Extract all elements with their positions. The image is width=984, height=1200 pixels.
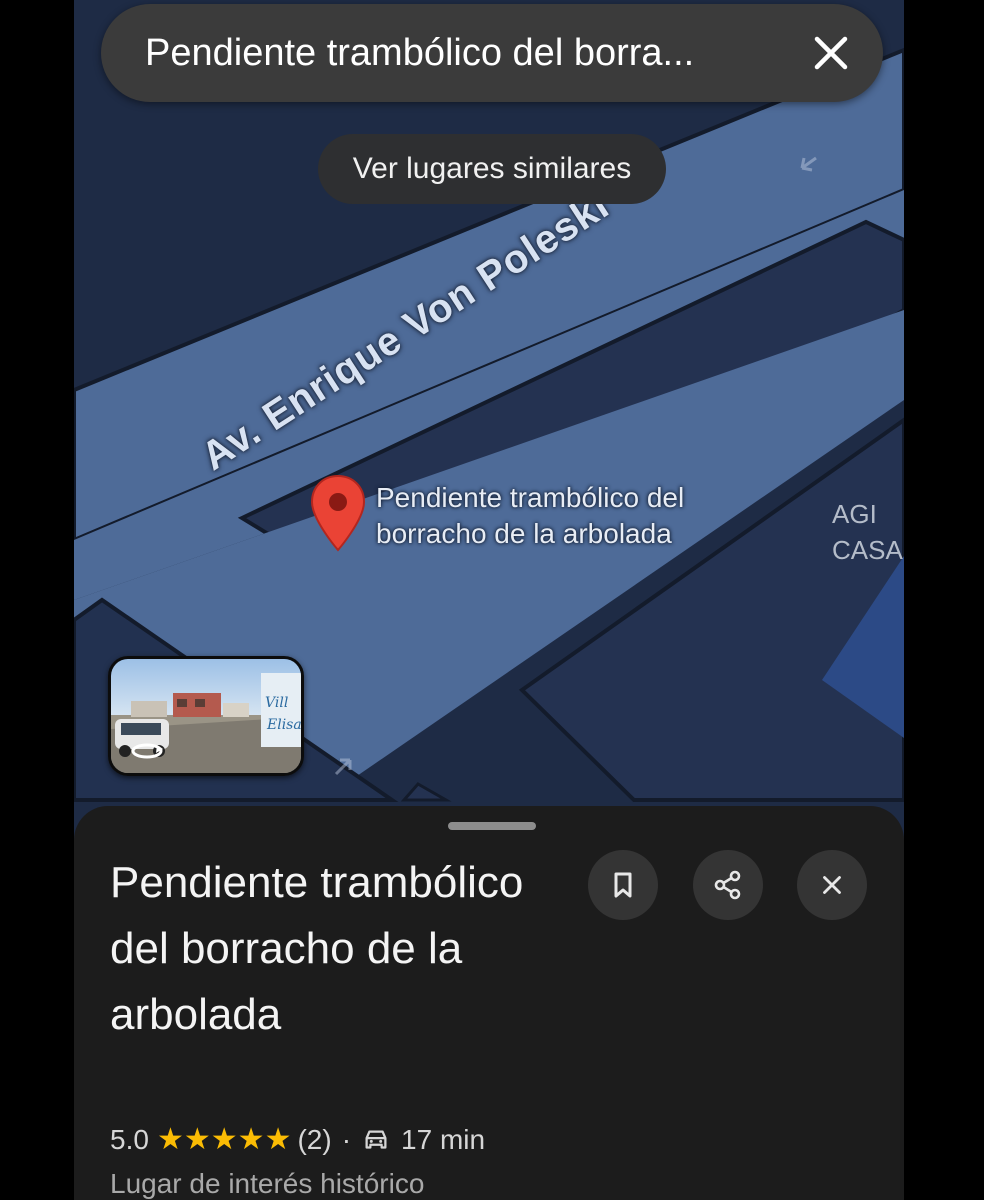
bookmark-icon: [614, 872, 632, 898]
nearby-place-line: AGI: [832, 499, 877, 529]
share-button[interactable]: [693, 850, 763, 920]
separator: ·: [341, 1124, 352, 1155]
review-count[interactable]: (2): [297, 1124, 331, 1156]
svg-text:Vill: Vill: [265, 695, 288, 711]
street-view-thumbnail[interactable]: Vill Elisa: [108, 656, 304, 776]
pin-label-line: borracho de la arbolada: [376, 518, 672, 549]
search-query[interactable]: Pendiente trambólico del borra...: [145, 4, 765, 102]
place-details-sheet: Pendiente trambólico del borracho de la …: [74, 806, 904, 1200]
place-title: Pendiente trambólico del borracho de la …: [110, 858, 524, 1039]
rating-row: 5.0 ★ ★ ★ ★ ★ (2) · 17 min: [110, 1120, 485, 1160]
place-category: Lugar de interés histórico: [110, 1168, 425, 1199]
save-button[interactable]: [588, 850, 658, 920]
share-icon: [714, 870, 741, 900]
close-icon[interactable]: [807, 29, 855, 77]
car-icon: [365, 1130, 387, 1149]
star-icon: ★: [237, 1123, 265, 1156]
nearby-place-label[interactable]: AGI CASA: [832, 496, 903, 568]
location-pin-icon[interactable]: [310, 474, 366, 552]
pin-label[interactable]: Pendiente trambólico del borracho de la …: [376, 480, 684, 552]
street-view-image: Vill Elisa: [111, 659, 301, 773]
drive-time[interactable]: 17 min: [401, 1124, 485, 1156]
star-icon: ★: [156, 1123, 184, 1156]
star-icon: ★: [183, 1123, 211, 1156]
close-icon: [823, 876, 841, 894]
svg-text:Elisa: Elisa: [266, 717, 301, 733]
star-icon: ★: [264, 1123, 292, 1156]
sheet-drag-handle[interactable]: [448, 822, 536, 830]
search-bar[interactable]: Pendiente trambólico del borra...: [101, 4, 883, 102]
star-rating: ★ ★ ★ ★ ★: [157, 1125, 292, 1155]
nearby-place-line: CASA: [832, 535, 903, 565]
star-icon: ★: [210, 1123, 238, 1156]
close-sheet-button[interactable]: [797, 850, 867, 920]
rating-value: 5.0: [110, 1124, 149, 1155]
pin-label-line: Pendiente trambólico del: [376, 482, 685, 513]
similar-places-chip[interactable]: Ver lugares similares: [318, 134, 666, 204]
maps-screen: Av. Enrique Von Poleski Pendiente trambó…: [74, 0, 904, 1200]
